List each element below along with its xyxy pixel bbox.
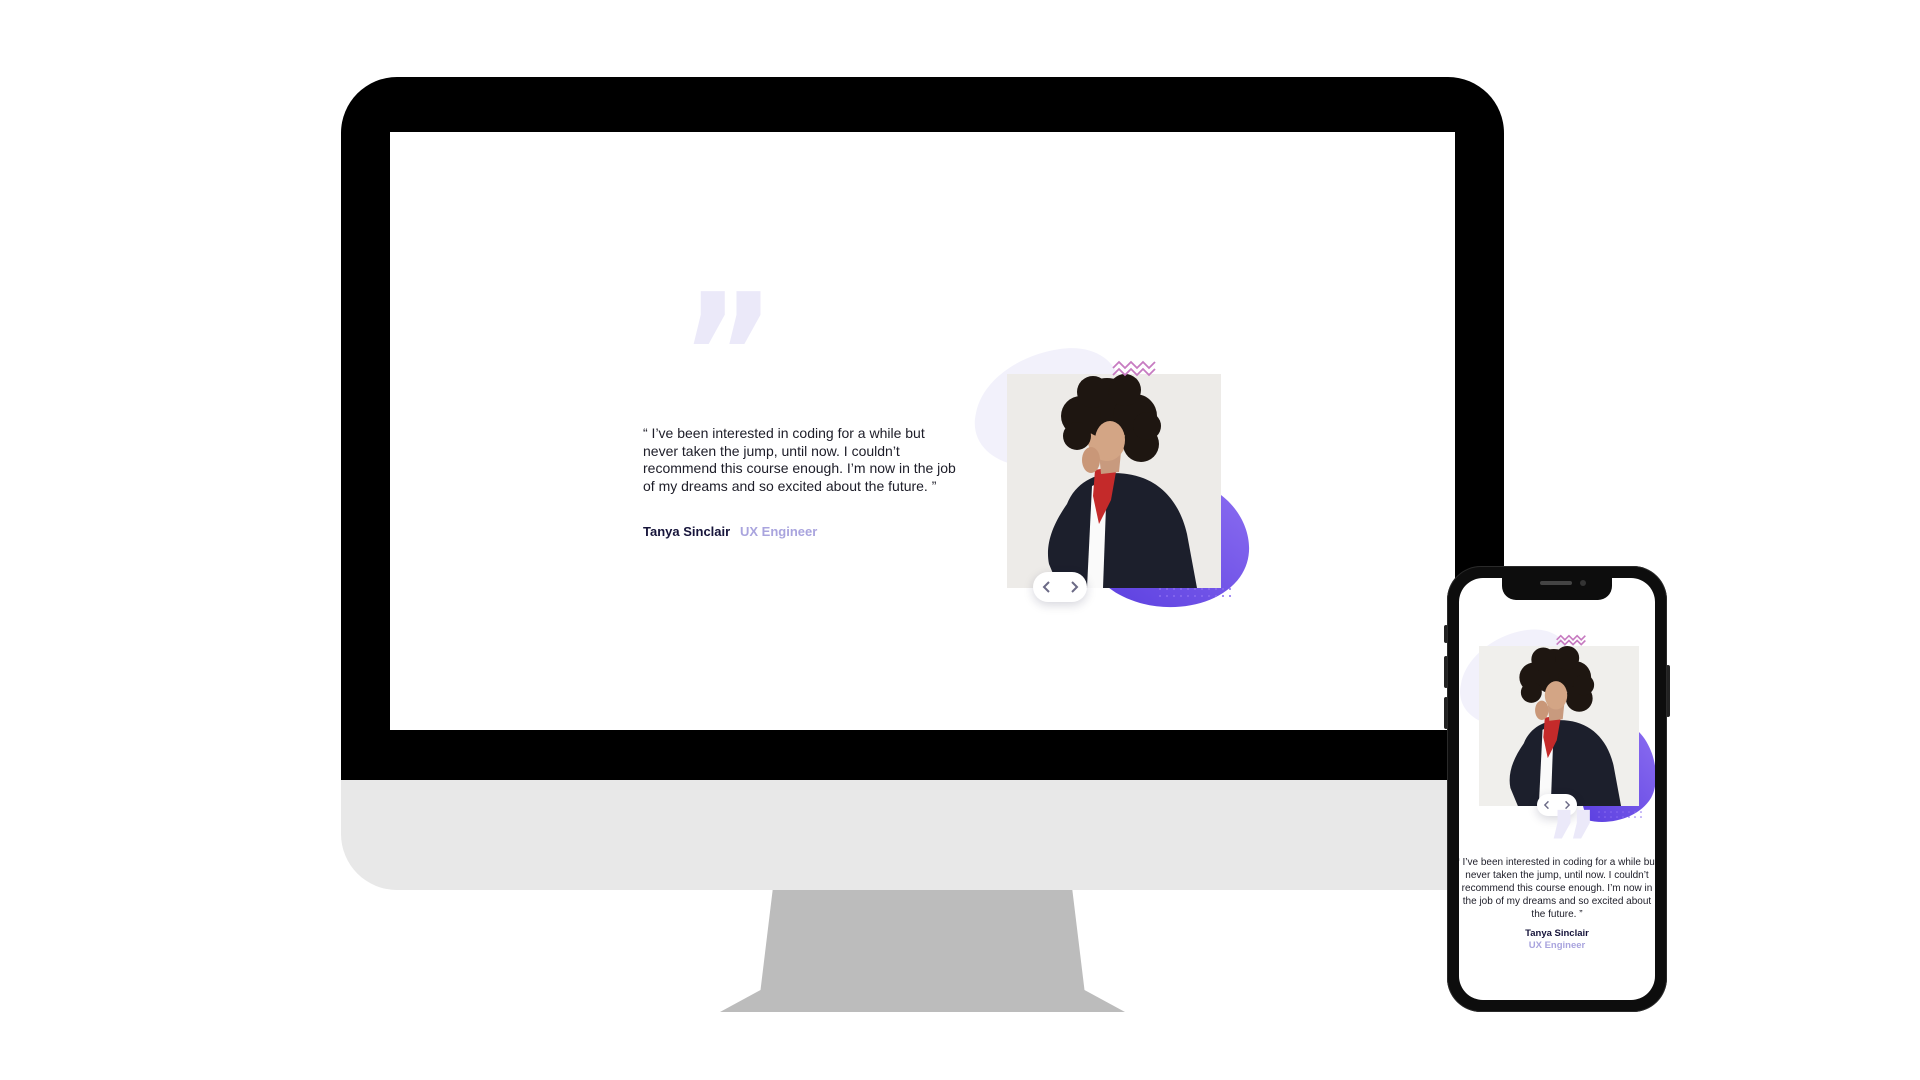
slider-nav <box>1033 572 1087 602</box>
mobile-testimonial-photo <box>1479 646 1639 806</box>
testimonial-name: Tanya Sinclair <box>643 524 731 539</box>
mobile-testimonial-role: UX Engineer <box>1528 940 1586 951</box>
mobile-zigzag-decoration <box>1556 634 1586 646</box>
monitor-stand <box>720 890 1125 1012</box>
monitor-chin <box>341 780 1504 890</box>
prev-button[interactable] <box>1041 580 1053 594</box>
desktop-screen: ” “ I’ve been interested in coding for a… <box>390 132 1455 730</box>
phone-camera <box>1580 580 1586 586</box>
testimonial-photo <box>1007 374 1221 588</box>
testimonial-role: UX Engineer <box>740 524 818 539</box>
next-button[interactable] <box>1068 580 1080 594</box>
testimonial-quote: “ I’ve been interested in coding for a w… <box>643 425 956 494</box>
mobile-dot-grid-decoration <box>1598 811 1642 818</box>
dot-grid-decoration <box>1159 588 1231 597</box>
mobile-screen: ” “ I’ve been interested in coding for a… <box>1459 578 1655 1000</box>
phone-notch <box>1502 576 1612 600</box>
chevron-right-icon <box>1070 581 1078 593</box>
portrait-photo <box>1007 374 1221 588</box>
mobile-testimonial-name: Tanya Sinclair <box>1525 928 1589 939</box>
mobile-testimonial-quote: “ I’ve been interested in coding for a w… <box>1459 857 1655 920</box>
zigzag-decoration <box>1112 360 1156 377</box>
phone-speaker <box>1540 581 1572 585</box>
quote-mark-icon: ” <box>680 258 776 456</box>
mobile-portrait-photo <box>1479 646 1639 806</box>
chevron-left-icon <box>1042 581 1050 593</box>
